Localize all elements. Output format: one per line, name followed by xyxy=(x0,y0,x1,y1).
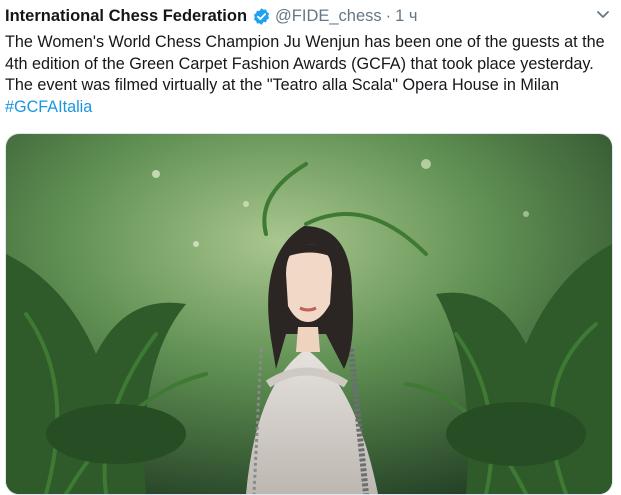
timestamp[interactable]: 1 ч xyxy=(395,7,417,26)
user-handle[interactable]: @FIDE_chess xyxy=(275,7,382,26)
separator-dot: · xyxy=(385,6,392,25)
verified-badge-icon xyxy=(254,7,270,25)
hashtag-link[interactable]: #GCFAItalia xyxy=(5,98,92,116)
tweet-body: The Women's World Chess Champion Ju Wenj… xyxy=(5,33,605,94)
tweet-text: The Women's World Chess Champion Ju Wenj… xyxy=(5,32,611,118)
tweet-photo[interactable] xyxy=(5,133,613,495)
photo-image xyxy=(6,134,612,494)
chevron-down-icon[interactable] xyxy=(595,6,611,22)
tweet-header: International Chess Federation @FIDE_che… xyxy=(5,5,418,27)
display-name[interactable]: International Chess Federation xyxy=(5,7,247,26)
